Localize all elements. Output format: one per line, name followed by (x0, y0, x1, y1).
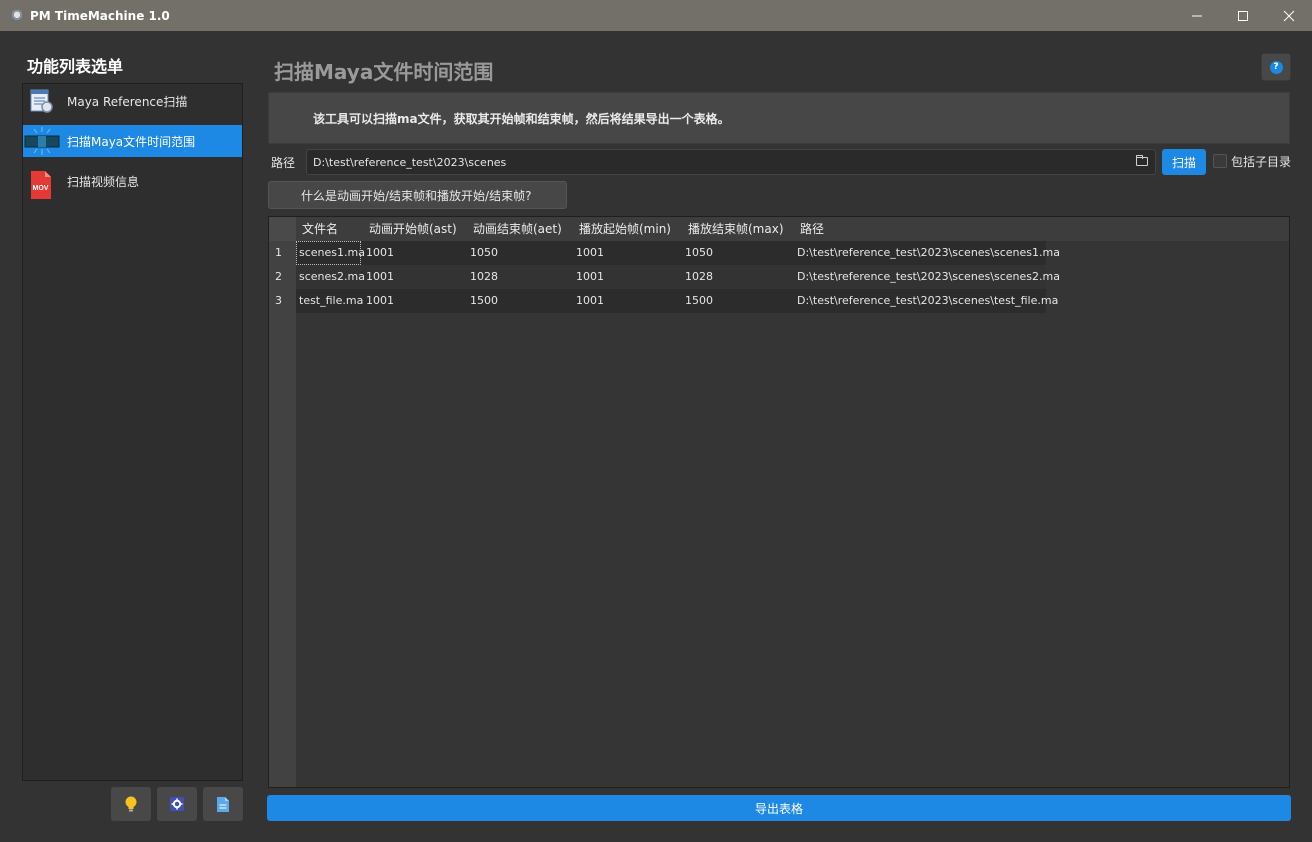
minimize-button[interactable] (1174, 0, 1220, 31)
sidebar-item-maya-time-range-scan[interactable]: 扫描Maya文件时间范围 (23, 125, 242, 157)
sidebar-item-label: Maya Reference扫描 (67, 94, 188, 109)
cell-path[interactable]: D:\test\reference_test\2023\scenes\scene… (797, 265, 1060, 289)
description-text: 该工具可以扫描ma文件，获取其开始帧和结束帧，然后将结果导出一个表格。 (313, 111, 730, 126)
column-header-play-start[interactable]: 播放起始帧(min) (579, 217, 671, 241)
timeline-scan-icon (24, 127, 60, 155)
column-header-anim-start[interactable]: 动画开始帧(ast) (369, 217, 457, 241)
path-input[interactable]: D:\test\reference_test\2023\scenes (306, 149, 1156, 175)
results-table: 文件名 动画开始帧(ast) 动画结束帧(aet) 播放起始帧(min) 播放结… (268, 216, 1290, 788)
cell-filename[interactable]: test_file.ma (299, 289, 363, 313)
cell-play-end[interactable]: 1500 (685, 289, 713, 313)
minimize-icon (1192, 15, 1202, 16)
app-logo-icon (12, 9, 22, 22)
cell-play-start[interactable]: 1001 (576, 289, 604, 313)
cell-anim-start[interactable]: 1001 (366, 289, 394, 313)
table-row[interactable]: scenes1.ma 1001 1050 1001 1050 D:\test\r… (296, 241, 1060, 265)
column-header-anim-end[interactable]: 动画结束帧(aet) (473, 217, 562, 241)
cell-anim-start[interactable]: 1001 (366, 241, 394, 265)
help-button[interactable]: ? (1261, 53, 1291, 81)
path-input-value: D:\test\reference_test\2023\scenes (313, 155, 507, 169)
mov-file-icon: MOV (28, 168, 54, 199)
description-panel: 该工具可以扫描ma文件，获取其开始帧和结束帧，然后将结果导出一个表格。 (268, 92, 1290, 144)
column-header-filename[interactable]: 文件名 (302, 217, 338, 241)
corner-button[interactable] (269, 217, 296, 241)
column-header-play-end[interactable]: 播放结束帧(max) (688, 217, 784, 241)
cell-filename[interactable]: scenes2.ma (299, 265, 365, 289)
cell-play-end[interactable]: 1050 (685, 241, 713, 265)
cell-anim-end[interactable]: 1050 (470, 241, 498, 265)
maximize-icon (1238, 10, 1248, 21)
cell-filename[interactable]: scenes1.ma (296, 241, 365, 265)
sidebar-title: 功能列表选单 (27, 57, 124, 76)
docs-button[interactable] (203, 787, 243, 821)
cell-path[interactable]: D:\test\reference_test\2023\scenes\scene… (797, 241, 1060, 265)
table-header: 文件名 动画开始帧(ast) 动画结束帧(aet) 播放起始帧(min) 播放结… (269, 217, 1289, 241)
svg-text:MOV: MOV (33, 185, 49, 192)
help-icon: ? (1269, 60, 1283, 74)
cell-play-start[interactable]: 1001 (576, 241, 604, 265)
row-number[interactable]: 2 (275, 265, 282, 289)
cell-anim-end[interactable]: 1028 (470, 265, 498, 289)
title-bar: PM TimeMachine 1.0 (0, 0, 1312, 31)
sidebar-item-maya-reference-scan[interactable]: Maya Reference扫描 (23, 85, 242, 117)
table-row[interactable]: scenes2.ma 1001 1028 1001 1028 D:\test\r… (296, 265, 1060, 289)
frame-help-button[interactable]: 什么是动画开始/结束帧和播放开始/结束帧? (268, 181, 567, 209)
document-icon (217, 796, 229, 812)
row-number[interactable]: 3 (275, 289, 282, 313)
cell-anim-start[interactable]: 1001 (366, 265, 394, 289)
document-scan-icon (28, 88, 54, 114)
folder-browse-icon[interactable] (1136, 155, 1148, 166)
row-number[interactable]: 1 (275, 241, 282, 265)
tips-button[interactable] (111, 787, 151, 821)
table-row[interactable]: test_file.ma 1001 1500 1001 1500 D:\test… (296, 289, 1058, 313)
scan-button[interactable]: 扫描 (1162, 149, 1206, 175)
cell-anim-end[interactable]: 1500 (470, 289, 498, 313)
close-icon (1283, 10, 1295, 21)
close-button[interactable] (1266, 0, 1312, 31)
include-subdirs-checkbox[interactable] (1213, 154, 1227, 168)
cell-path[interactable]: D:\test\reference_test\2023\scenes\test_… (797, 289, 1058, 313)
cell-play-start[interactable]: 1001 (576, 265, 604, 289)
settings-button[interactable] (157, 787, 197, 821)
settings-icon (170, 797, 184, 811)
page-title: 扫描Maya文件时间范围 (274, 60, 494, 84)
sidebar-list: Maya Reference扫描 扫描Maya文件时间范围 MOV 扫描视频信息 (22, 83, 243, 781)
window-title: PM TimeMachine 1.0 (30, 8, 170, 23)
maximize-button[interactable] (1220, 0, 1266, 31)
sidebar-item-video-info-scan[interactable]: MOV 扫描视频信息 (23, 165, 242, 199)
row-header-column (269, 217, 296, 787)
cell-play-end[interactable]: 1028 (685, 265, 713, 289)
main-window: 功能列表选单 Maya Reference扫描 扫描Maya文件时间范围 MOV… (0, 31, 1312, 842)
include-subdirs-label[interactable]: 包括子目录 (1231, 153, 1291, 170)
export-table-button[interactable]: 导出表格 (267, 795, 1291, 821)
path-label: 路径 (271, 156, 296, 170)
sidebar-item-label: 扫描视频信息 (67, 174, 140, 189)
sidebar-item-label: 扫描Maya文件时间范围 (67, 134, 196, 149)
lightbulb-icon (125, 796, 137, 812)
column-header-path[interactable]: 路径 (800, 217, 824, 241)
window-controls (1174, 0, 1312, 31)
